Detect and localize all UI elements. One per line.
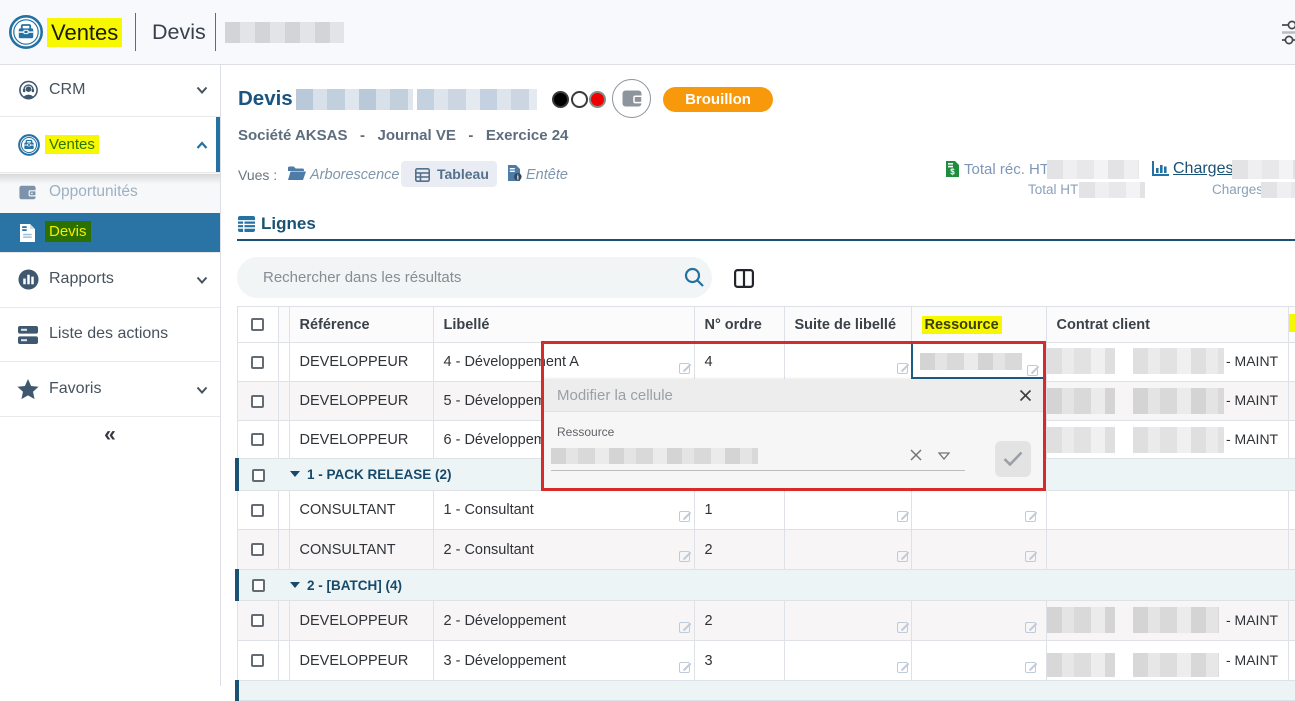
svg-text:$: $ <box>950 168 955 177</box>
svg-text:i: i <box>517 173 519 181</box>
